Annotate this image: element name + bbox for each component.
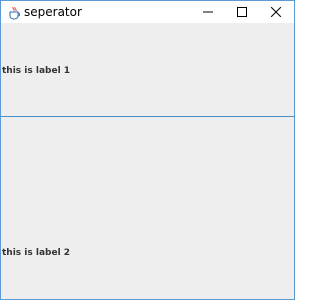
separator [1, 116, 294, 117]
maximize-button[interactable] [225, 1, 259, 23]
app-window: seperator this is label 1 this is label … [0, 0, 295, 300]
close-icon [271, 7, 281, 17]
label-2: this is label 2 [2, 248, 71, 258]
minimize-icon [203, 11, 213, 13]
maximize-icon [237, 7, 247, 17]
content-panel: this is label 1 this is label 2 [1, 23, 294, 299]
title-bar[interactable]: seperator [1, 1, 294, 23]
close-button[interactable] [259, 1, 293, 23]
window-title: seperator [24, 5, 82, 19]
minimize-button[interactable] [191, 1, 225, 23]
java-cup-icon[interactable] [8, 5, 20, 20]
label-1: this is label 1 [2, 66, 71, 76]
